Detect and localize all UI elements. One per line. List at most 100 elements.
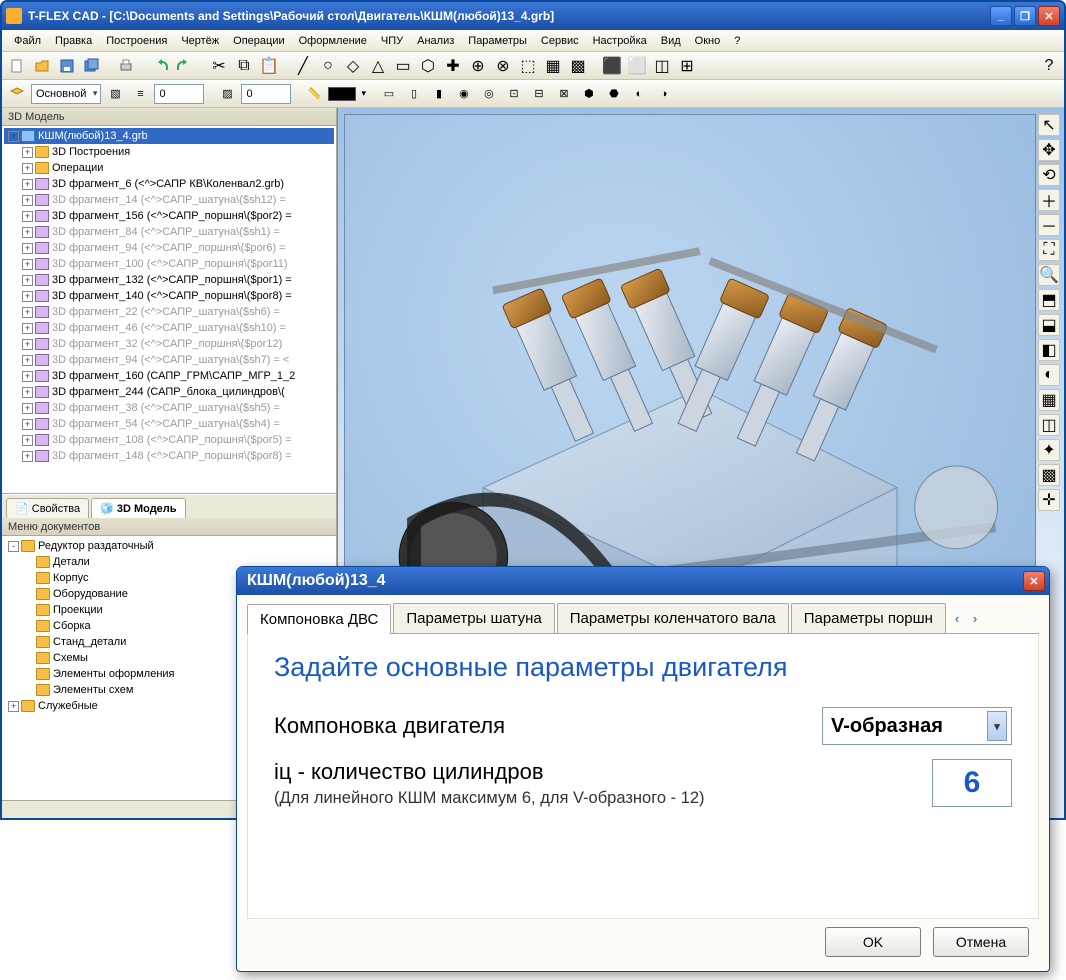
tree-item[interactable]: +3D фрагмент_94 (<^>САПР_поршня\($por6) … [4,240,334,256]
redo-icon[interactable] [174,55,196,77]
linew-icon[interactable]: ≡ [129,83,151,105]
expand-icon[interactable]: + [8,131,19,142]
zoom-fit-icon[interactable]: ⛶ [1038,239,1060,261]
view-iso-icon[interactable]: ◧ [1038,339,1060,361]
new-icon[interactable] [6,55,28,77]
shade-icon[interactable]: ◐ [1038,364,1060,386]
expand-icon[interactable]: + [22,387,33,398]
expand-icon[interactable]: + [22,435,33,446]
tree-item[interactable]: +3D фрагмент_108 (<^>САПР_поршня\($por5)… [4,432,334,448]
tree-item[interactable]: +3D фрагмент_84 (<^>САПР_шатуна\($sh1) = [4,224,334,240]
dialog-tab[interactable]: Компоновка ДВС [247,604,391,634]
cursor-icon[interactable]: ↖ [1038,114,1060,136]
tab-3dmodel[interactable]: 🧊 3D Модель [91,498,185,518]
expand-icon[interactable]: + [22,339,33,350]
tree-item[interactable]: +Операции [4,160,334,176]
tool-icon[interactable]: ╱ [292,55,314,77]
print-icon[interactable] [115,55,137,77]
expand-icon[interactable]: + [22,307,33,318]
expand-icon[interactable]: + [8,701,19,712]
tool-icon[interactable]: ▩ [567,55,589,77]
help-icon[interactable]: ? [1038,55,1060,77]
tool-icon[interactable]: ▮ [428,83,450,105]
tree-item[interactable]: +3D фрагмент_22 (<^>САПР_шатуна\($sh6) = [4,304,334,320]
tab-scroll-left[interactable]: ‹ [948,607,966,629]
expand-icon[interactable]: + [22,291,33,302]
pan-icon[interactable]: ✥ [1038,139,1060,161]
menu-Настройка[interactable]: Настройка [587,33,653,49]
tool-icon[interactable]: ○ [317,55,339,77]
tree-item[interactable]: +3D фрагмент_6 (<^>САПР КВ\Коленвал2.grb… [4,176,334,192]
layer-icon[interactable] [6,83,28,105]
dialog-tab[interactable]: Параметры коленчатого вала [557,603,789,633]
tool-icon[interactable]: ▯ [403,83,425,105]
tool-icon[interactable]: ◎ [478,83,500,105]
tree-item[interactable]: +3D фрагмент_160 (САПР_ГРМ\САПР_МГР_1_2 [4,368,334,384]
tool-icon[interactable]: ▦ [542,55,564,77]
tree-item[interactable]: +КШМ(любой)13_4.grb [4,128,334,144]
menu-Чертёж[interactable]: Чертёж [175,33,225,49]
tree-item[interactable]: +3D фрагмент_156 (<^>САПР_поршня\($por2)… [4,208,334,224]
tab-scroll-right[interactable]: › [966,607,984,629]
tree-item[interactable]: +3D фрагмент_244 (САПР_блока_цилиндров\( [4,384,334,400]
wire-icon[interactable]: ▦ [1038,389,1060,411]
expand-icon[interactable]: + [22,243,33,254]
tool-icon[interactable]: ⊟ [528,83,550,105]
tool-icon[interactable]: ▭ [378,83,400,105]
expand-icon[interactable]: + [22,147,33,158]
spin1[interactable]: 0 [154,84,204,104]
expand-icon[interactable]: + [22,227,33,238]
menu-Правка[interactable]: Правка [49,33,98,49]
dialog-tab[interactable]: Параметры шатуна [393,603,554,633]
zoom-window-icon[interactable]: 🔍 [1038,264,1060,286]
spin2[interactable]: 0 [241,84,291,104]
expand-icon[interactable]: + [22,179,33,190]
menu-?[interactable]: ? [728,33,746,49]
tree-item[interactable]: +3D фрагмент_100 (<^>САПР_поршня\($por11… [4,256,334,272]
tree-item[interactable]: +3D фрагмент_54 (<^>САПР_шатуна\($sh4) = [4,416,334,432]
expand-icon[interactable]: + [22,371,33,382]
dialog-tab[interactable]: Параметры поршн [791,603,946,633]
dialog-close-button[interactable]: ✕ [1023,571,1045,591]
view-front-icon[interactable]: ⬓ [1038,314,1060,336]
expand-icon[interactable]: + [22,195,33,206]
save-icon[interactable] [56,55,78,77]
tree-item[interactable]: +3D фрагмент_132 (<^>САПР_поршня\($por1)… [4,272,334,288]
tool-icon[interactable]: ⬢ [578,83,600,105]
menu-Построения[interactable]: Построения [100,33,173,49]
menu-Вид[interactable]: Вид [655,33,687,49]
tree-item[interactable]: +3D фрагмент_94 (<^>САПР_шатуна\($sh7) =… [4,352,334,368]
maximize-button[interactable]: ❐ [1014,6,1036,26]
ok-button[interactable]: OK [825,927,921,957]
expand-icon[interactable]: + [22,355,33,366]
view-icon[interactable]: ⬛ [601,55,623,77]
view-icon[interactable]: ◫ [651,55,673,77]
view-icon[interactable]: ⬜ [626,55,648,77]
tree-item[interactable]: +3D Построения [4,144,334,160]
hatch-icon[interactable]: ▨ [216,83,238,105]
open-icon[interactable] [31,55,53,77]
tool-icon[interactable]: ⊕ [467,55,489,77]
tool-icon[interactable]: ⊠ [553,83,575,105]
expand-icon[interactable]: + [22,323,33,334]
tab-props[interactable]: 📄 Свойства [6,498,89,518]
tree-item[interactable]: +3D фрагмент_140 (<^>САПР_поршня\($por8)… [4,288,334,304]
expand-icon[interactable]: + [22,451,33,462]
tool-icon[interactable]: ◐ [628,83,650,105]
close-button[interactable]: ✕ [1038,6,1060,26]
menu-Окно[interactable]: Окно [689,33,727,49]
tree-item[interactable]: -Редуктор раздаточный [4,538,334,554]
ruler-icon[interactable]: 📏 [303,83,325,105]
menu-Оформление[interactable]: Оформление [293,33,373,49]
menu-Анализ[interactable]: Анализ [411,33,460,49]
tool-icon[interactable]: ⊗ [492,55,514,77]
tree-item[interactable]: +3D фрагмент_14 (<^>САПР_шатуна\($sh12) … [4,192,334,208]
undo-icon[interactable] [149,55,171,77]
color-swatch[interactable] [328,87,356,101]
tool-icon[interactable]: △ [367,55,389,77]
expand-icon[interactable]: - [8,541,19,552]
tree-item[interactable]: +3D фрагмент_46 (<^>САПР_шатуна\($sh10) … [4,320,334,336]
main-titlebar[interactable]: T-FLEX CAD - [C:\Documents and Settings\… [2,2,1064,30]
paste-icon[interactable]: 📋 [258,55,280,77]
menu-Параметры[interactable]: Параметры [462,33,533,49]
